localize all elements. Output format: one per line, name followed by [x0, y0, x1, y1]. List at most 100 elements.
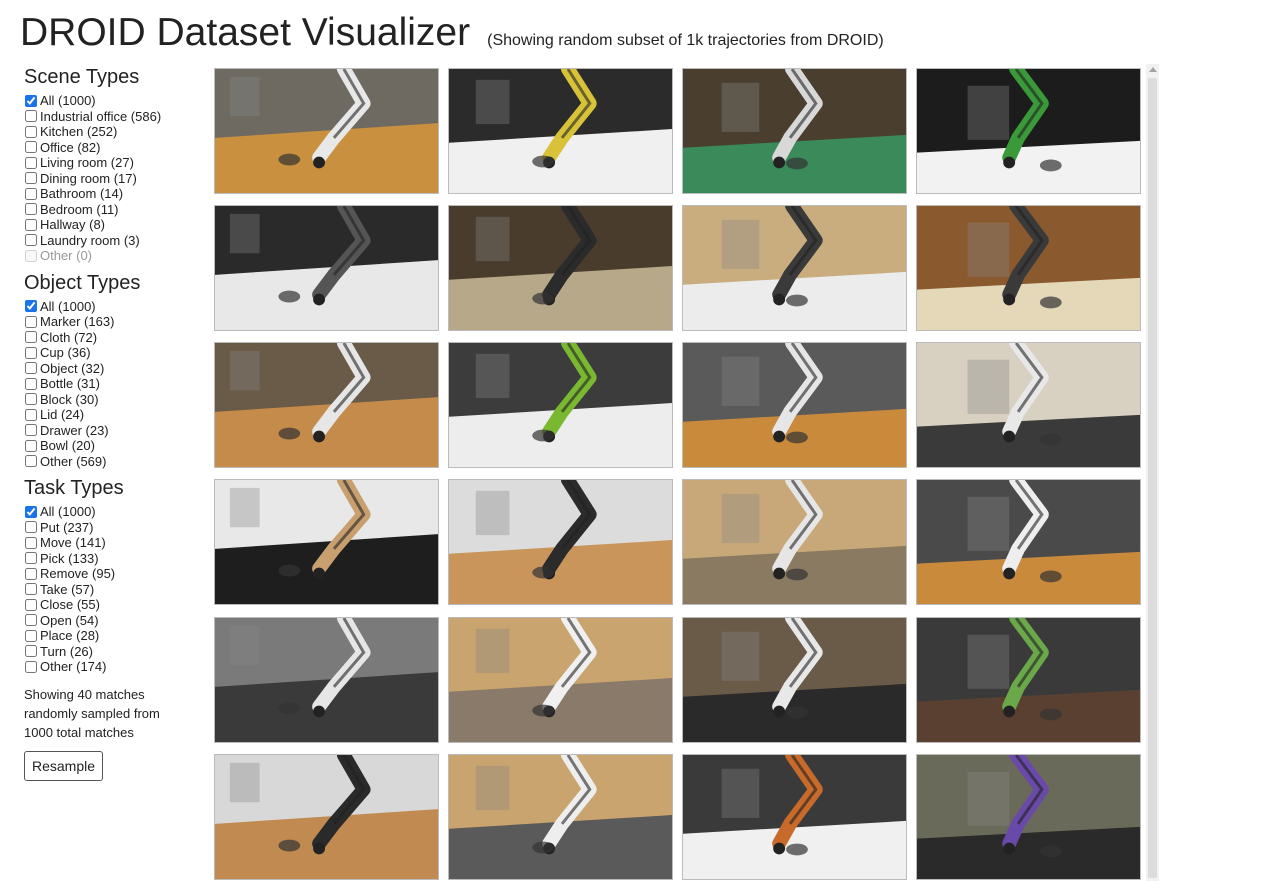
task-filter-option[interactable]: All (1000) [24, 504, 204, 520]
task-filter-checkbox[interactable] [25, 598, 37, 611]
scene-filter-checkbox[interactable] [25, 125, 37, 138]
scene-filter-option[interactable]: Office (82) [24, 140, 204, 156]
task-filter-option[interactable]: Take (57) [24, 582, 204, 598]
trajectory-thumbnail[interactable] [214, 342, 439, 469]
scene-types-section: Scene Types All (1000) Industrial office … [24, 64, 204, 264]
trajectory-thumbnail[interactable] [214, 68, 439, 194]
task-filter-label: Put (237) [40, 519, 94, 535]
scene-filter-option[interactable]: Living room (27) [24, 155, 204, 171]
trajectory-thumbnail[interactable] [682, 479, 907, 606]
task-filter-option[interactable]: Place (28) [24, 628, 204, 644]
object-types-section: Object Types All (1000) Marker (163) Cloth… [24, 270, 204, 470]
trajectory-thumbnail[interactable] [448, 68, 673, 194]
trajectory-thumbnail[interactable] [214, 616, 439, 743]
object-filter-checkbox[interactable] [25, 424, 37, 437]
task-filter-checkbox[interactable] [25, 505, 37, 518]
scene-filter-checkbox[interactable] [25, 187, 37, 200]
trajectory-thumbnail[interactable] [214, 753, 439, 880]
object-filter-option[interactable]: Marker (163) [24, 314, 204, 330]
trajectory-thumbnail[interactable] [916, 68, 1141, 194]
scene-filter-option[interactable]: Kitchen (252) [24, 124, 204, 140]
task-filter-checkbox[interactable] [25, 521, 37, 534]
trajectory-thumbnail[interactable] [448, 616, 673, 743]
scene-filter-checkbox[interactable] [25, 94, 37, 107]
object-filter-checkbox[interactable] [25, 315, 37, 328]
trajectory-thumbnail[interactable] [916, 342, 1141, 469]
trajectory-thumbnail[interactable] [214, 479, 439, 606]
scene-filter-checkbox[interactable] [25, 172, 37, 185]
object-filter-option[interactable]: Block (30) [24, 392, 204, 408]
scene-filter-option[interactable]: Hallway (8) [24, 217, 204, 233]
trajectory-thumbnail[interactable] [682, 342, 907, 469]
task-filter-option[interactable]: Close (55) [24, 597, 204, 613]
scene-filter-option[interactable]: Bathroom (14) [24, 186, 204, 202]
object-filter-checkbox[interactable] [25, 455, 37, 468]
task-filter-checkbox[interactable] [25, 583, 37, 596]
task-filter-checkbox[interactable] [25, 567, 37, 580]
scene-filter-checkbox[interactable] [25, 203, 37, 216]
task-filter-option[interactable]: Turn (26) [24, 644, 204, 660]
trajectory-thumbnail[interactable] [916, 616, 1141, 743]
scene-filter-checkbox[interactable] [25, 110, 37, 123]
scene-filter-option[interactable]: Industrial office (586) [24, 109, 204, 125]
trajectory-thumbnail[interactable] [448, 479, 673, 606]
scene-filter-checkbox[interactable] [25, 234, 37, 247]
task-filter-option[interactable]: Remove (95) [24, 566, 204, 582]
scrollbar-thumb[interactable] [1148, 78, 1157, 878]
task-filter-option[interactable]: Open (54) [24, 613, 204, 629]
object-filter-option[interactable]: Bottle (31) [24, 376, 204, 392]
trajectory-thumbnail[interactable] [916, 753, 1141, 880]
object-filter-option[interactable]: Other (569) [24, 454, 204, 470]
trajectory-thumbnail[interactable] [916, 479, 1141, 606]
object-filter-checkbox[interactable] [25, 346, 37, 359]
object-filter-checkbox[interactable] [25, 377, 37, 390]
task-filter-checkbox[interactable] [25, 536, 37, 549]
task-filter-option[interactable]: Put (237) [24, 520, 204, 536]
trajectory-thumbnail[interactable] [448, 753, 673, 880]
scene-filter-checkbox[interactable] [25, 156, 37, 169]
object-filter-checkbox[interactable] [25, 362, 37, 375]
trajectory-thumbnail[interactable] [682, 68, 907, 194]
task-filter-checkbox[interactable] [25, 552, 37, 565]
object-filter-option[interactable]: Cup (36) [24, 345, 204, 361]
trajectory-thumbnail[interactable] [682, 205, 907, 332]
object-filter-label: Marker (163) [40, 314, 115, 330]
scroll-up-arrow-icon[interactable] [1149, 67, 1157, 72]
object-filter-option[interactable]: Object (32) [24, 361, 204, 377]
task-filter-option[interactable]: Move (141) [24, 535, 204, 551]
scene-filter-option[interactable]: All (1000) [24, 93, 204, 109]
task-filter-checkbox[interactable] [25, 614, 37, 627]
object-filter-option[interactable]: Bowl (20) [24, 438, 204, 454]
scene-filter-option[interactable]: Laundry room (3) [24, 233, 204, 249]
object-filter-label: Other (569) [40, 453, 107, 469]
object-filter-option[interactable]: All (1000) [24, 299, 204, 315]
gallery-scrollbar[interactable] [1146, 64, 1159, 881]
trajectory-thumbnail[interactable] [448, 342, 673, 469]
object-filter-checkbox[interactable] [25, 331, 37, 344]
object-filter-checkbox[interactable] [25, 300, 37, 313]
object-filter-checkbox[interactable] [25, 439, 37, 452]
task-filter-checkbox[interactable] [25, 660, 37, 673]
task-filter-checkbox[interactable] [25, 629, 37, 642]
scene-filter-option[interactable]: Dining room (17) [24, 171, 204, 187]
scene-filter-checkbox[interactable] [25, 141, 37, 154]
task-filter-option[interactable]: Pick (133) [24, 551, 204, 567]
object-filter-option[interactable]: Drawer (23) [24, 423, 204, 439]
trajectory-thumbnail[interactable] [214, 205, 439, 332]
trajectory-thumbnail[interactable] [682, 616, 907, 743]
scene-filter-label: Dining room (17) [40, 170, 137, 186]
scene-filter-label: Bathroom (14) [40, 186, 124, 202]
object-filter-checkbox[interactable] [25, 408, 37, 421]
trajectory-thumbnail[interactable] [916, 205, 1141, 332]
object-filter-checkbox[interactable] [25, 393, 37, 406]
trajectory-thumbnail[interactable] [448, 205, 673, 332]
object-filter-option[interactable]: Lid (24) [24, 407, 204, 423]
task-filter-checkbox[interactable] [25, 645, 37, 658]
trajectory-thumbnail[interactable] [682, 753, 907, 880]
task-filter-option[interactable]: Other (174) [24, 659, 204, 675]
scene-filter-option[interactable]: Bedroom (11) [24, 202, 204, 218]
resample-button[interactable]: Resample [24, 750, 104, 781]
object-filter-option[interactable]: Cloth (72) [24, 330, 204, 346]
object-filter-label: Lid (24) [40, 407, 85, 423]
scene-filter-checkbox[interactable] [25, 218, 37, 231]
